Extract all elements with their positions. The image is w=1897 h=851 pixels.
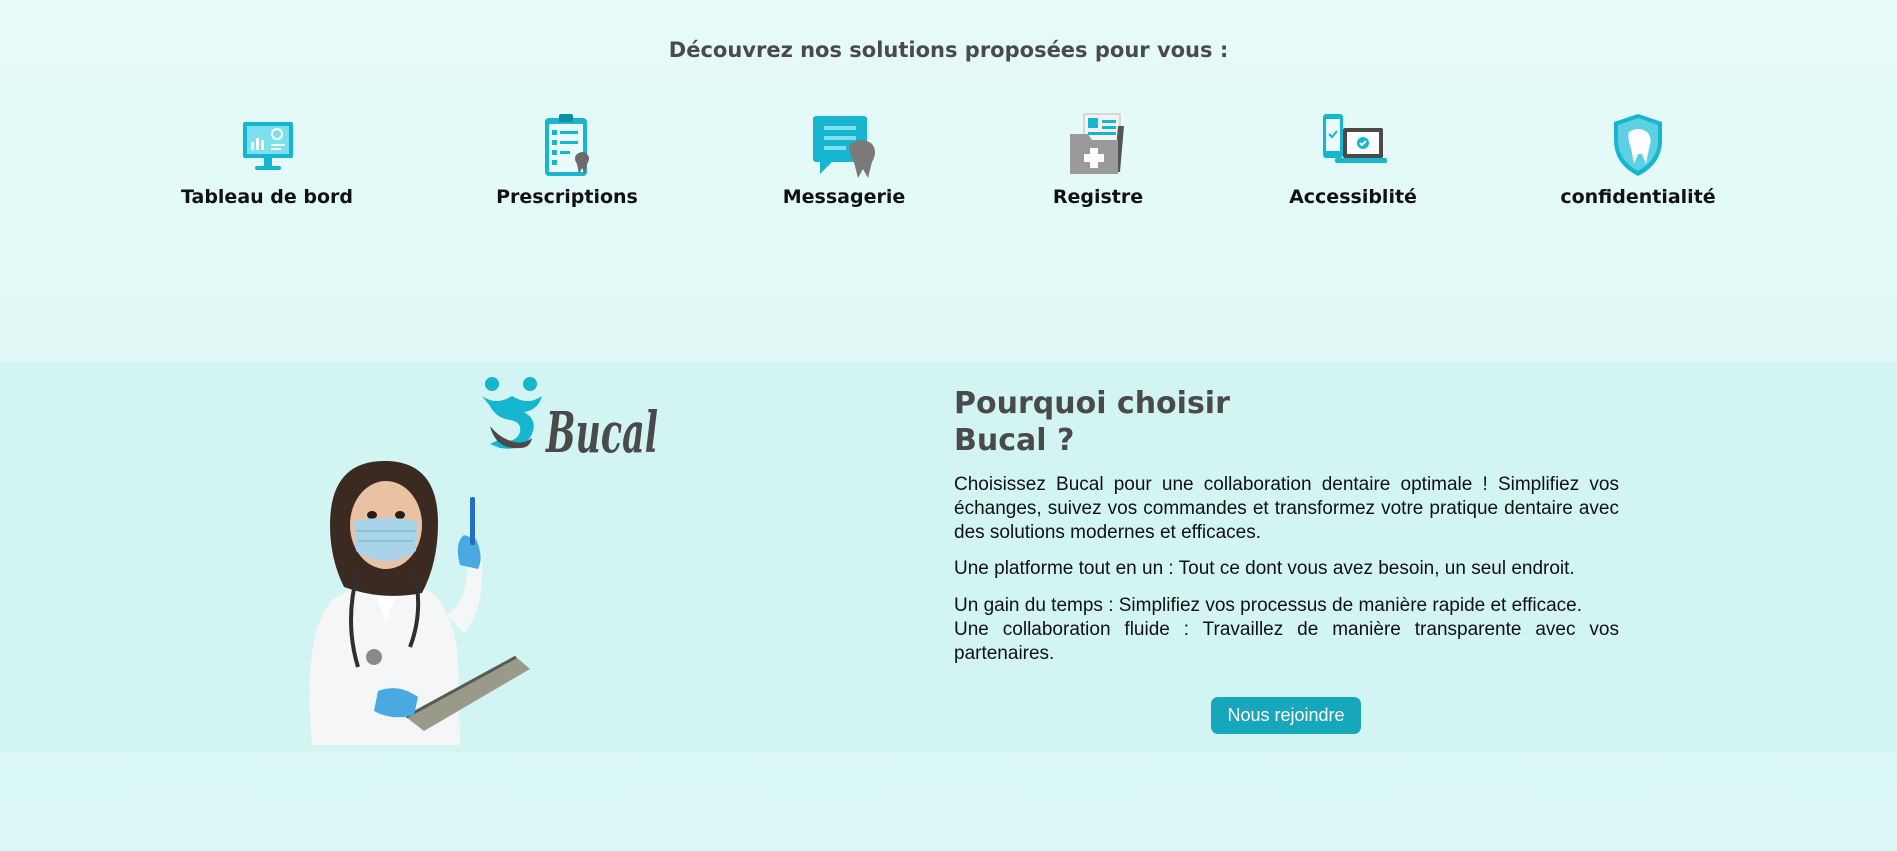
- solution-accessibility[interactable]: Accessiblité: [1243, 112, 1463, 208]
- prescription-clipboard-icon: [545, 114, 589, 176]
- why-benefits-paragraph: Un gain du temps : Simplifiez vos proces…: [954, 594, 1619, 666]
- solutions-title: Découvrez nos solutions proposées pour v…: [668, 38, 1229, 62]
- solution-label: Registre: [1052, 186, 1144, 208]
- solution-label: Tableau de bord: [180, 186, 354, 208]
- why-title-line1: Pourquoi choisir: [954, 386, 1230, 421]
- join-button[interactable]: Nous rejoindre: [1211, 697, 1361, 734]
- dashboard-monitor-icon: [243, 122, 293, 170]
- logo-wordmark: Bucal: [545, 400, 658, 460]
- solution-registry[interactable]: Registre: [988, 112, 1208, 208]
- solution-label: Messagerie: [782, 186, 906, 208]
- solution-dashboard[interactable]: Tableau de bord: [157, 112, 377, 208]
- why-collaboration-text: Une collaboration fluide : Travaillez de…: [954, 619, 1619, 664]
- why-intro-paragraph: Choisissez Bucal pour une collaboration …: [954, 474, 1619, 543]
- message-chat-icon: [813, 116, 875, 178]
- why-all-in-one-paragraph: Une platforme tout en un : Tout ce dont …: [954, 558, 1575, 579]
- solution-prescriptions[interactable]: Prescriptions: [457, 112, 677, 208]
- solution-label: Accessiblité: [1289, 186, 1417, 208]
- solution-messaging[interactable]: Messagerie: [734, 112, 954, 208]
- devices-icon: [1323, 114, 1387, 163]
- bucal-logo: Bucal: [482, 377, 658, 460]
- why-title-line2: Bucal ?: [954, 423, 1075, 458]
- solution-label: Prescriptions: [496, 186, 638, 208]
- why-title: Pourquoi choisir Bucal ?: [954, 385, 1294, 459]
- why-time-saving-text: Un gain du temps : Simplifiez vos proces…: [954, 595, 1583, 616]
- solution-label: confidentialité: [1560, 186, 1716, 208]
- doctor-illustration: [309, 460, 530, 745]
- medical-folder-icon: [1070, 113, 1124, 174]
- solution-privacy[interactable]: confidentialité: [1528, 112, 1748, 208]
- tooth-shield-icon: [1614, 114, 1662, 176]
